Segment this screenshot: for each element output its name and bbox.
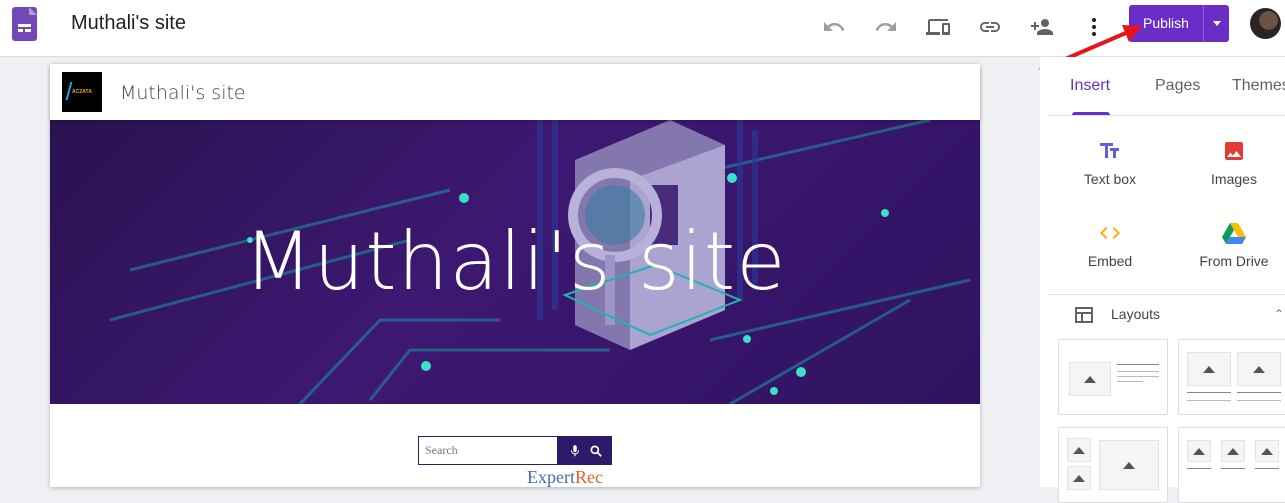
text-line: [1237, 392, 1281, 393]
search-icon[interactable]: [589, 444, 603, 458]
text-box-label: Text box: [1083, 171, 1137, 187]
site-title[interactable]: Muthali's site: [71, 12, 186, 35]
image-placeholder-icon: [1221, 440, 1245, 462]
insert-panel: Insert Pages Themes Text box Images Embe…: [1040, 57, 1285, 503]
layout-thumbnail-4[interactable]: [1178, 427, 1285, 503]
text-line: [1117, 364, 1159, 365]
google-sites-logo-icon[interactable]: [12, 7, 37, 41]
text-line: [1187, 468, 1211, 469]
image-placeholder-icon: [1187, 440, 1211, 462]
site-canvas[interactable]: ACZATA Muthali's site Muthali's site Sea…: [50, 64, 980, 487]
devices-preview-icon[interactable]: [924, 13, 952, 41]
expertrec-brand[interactable]: ExpertRec: [527, 467, 603, 488]
layout-thumbnail-2[interactable]: [1178, 339, 1285, 415]
embed-icon: [1100, 227, 1120, 239]
layout-thumbnail-1[interactable]: [1058, 339, 1168, 415]
from-drive-tool[interactable]: From Drive: [1179, 219, 1285, 269]
tab-themes[interactable]: Themes: [1232, 77, 1285, 95]
image-placeholder-icon: [1067, 438, 1091, 462]
text-box-tool[interactable]: Text box: [1055, 137, 1165, 187]
layout-thumbnail-3[interactable]: [1058, 427, 1168, 503]
panel-divider: [1048, 294, 1285, 295]
embed-tool[interactable]: Embed: [1055, 219, 1165, 269]
text-line: [1187, 392, 1231, 393]
text-line: [1187, 400, 1231, 401]
search-input[interactable]: Search: [418, 436, 558, 465]
banner-image[interactable]: Muthali's site: [50, 120, 980, 404]
redo-icon[interactable]: [872, 13, 900, 41]
tab-insert[interactable]: Insert: [1070, 77, 1110, 95]
image-placeholder-icon: [1099, 440, 1159, 490]
brand-part-1: Expert: [527, 467, 575, 487]
collapse-chevron-icon[interactable]: ⌃: [1274, 307, 1284, 321]
tabs-divider: [1048, 115, 1285, 116]
search-buttons: [558, 436, 612, 465]
images-tool[interactable]: Images: [1179, 137, 1285, 187]
undo-icon[interactable]: [820, 13, 848, 41]
image-icon: [1225, 142, 1243, 160]
layouts-icon: [1075, 307, 1093, 323]
account-avatar[interactable]: [1250, 8, 1281, 39]
site-header[interactable]: ACZATA Muthali's site: [50, 64, 980, 120]
site-logo[interactable]: ACZATA: [62, 72, 102, 112]
microphone-icon[interactable]: [568, 444, 582, 458]
layouts-label[interactable]: Layouts: [1111, 306, 1160, 322]
images-label: Images: [1211, 171, 1257, 187]
text-line: [1117, 376, 1159, 377]
text-line: [1221, 468, 1245, 469]
publish-dropdown-button[interactable]: [1204, 5, 1229, 42]
image-placeholder-icon: [1069, 362, 1111, 396]
text-line: [1255, 468, 1279, 469]
link-icon[interactable]: [976, 13, 1004, 41]
drive-icon: [1222, 223, 1246, 244]
brand-part-2: Rec: [574, 467, 603, 487]
image-placeholder-icon: [1255, 440, 1279, 462]
image-placeholder-icon: [1187, 352, 1231, 386]
site-logo-text: ACZATA: [72, 89, 92, 95]
site-header-name[interactable]: Muthali's site: [120, 82, 246, 104]
text-line: [1117, 381, 1143, 382]
image-placeholder-icon: [1067, 466, 1091, 490]
from-drive-label: From Drive: [1199, 253, 1269, 269]
embed-label: Embed: [1087, 253, 1133, 269]
text-box-icon: [1100, 143, 1119, 158]
tab-pages[interactable]: Pages: [1155, 77, 1200, 95]
text-line: [1117, 371, 1159, 372]
image-placeholder-icon: [1237, 352, 1281, 386]
text-line: [1237, 400, 1281, 401]
banner-title[interactable]: Muthali's site: [50, 215, 980, 308]
